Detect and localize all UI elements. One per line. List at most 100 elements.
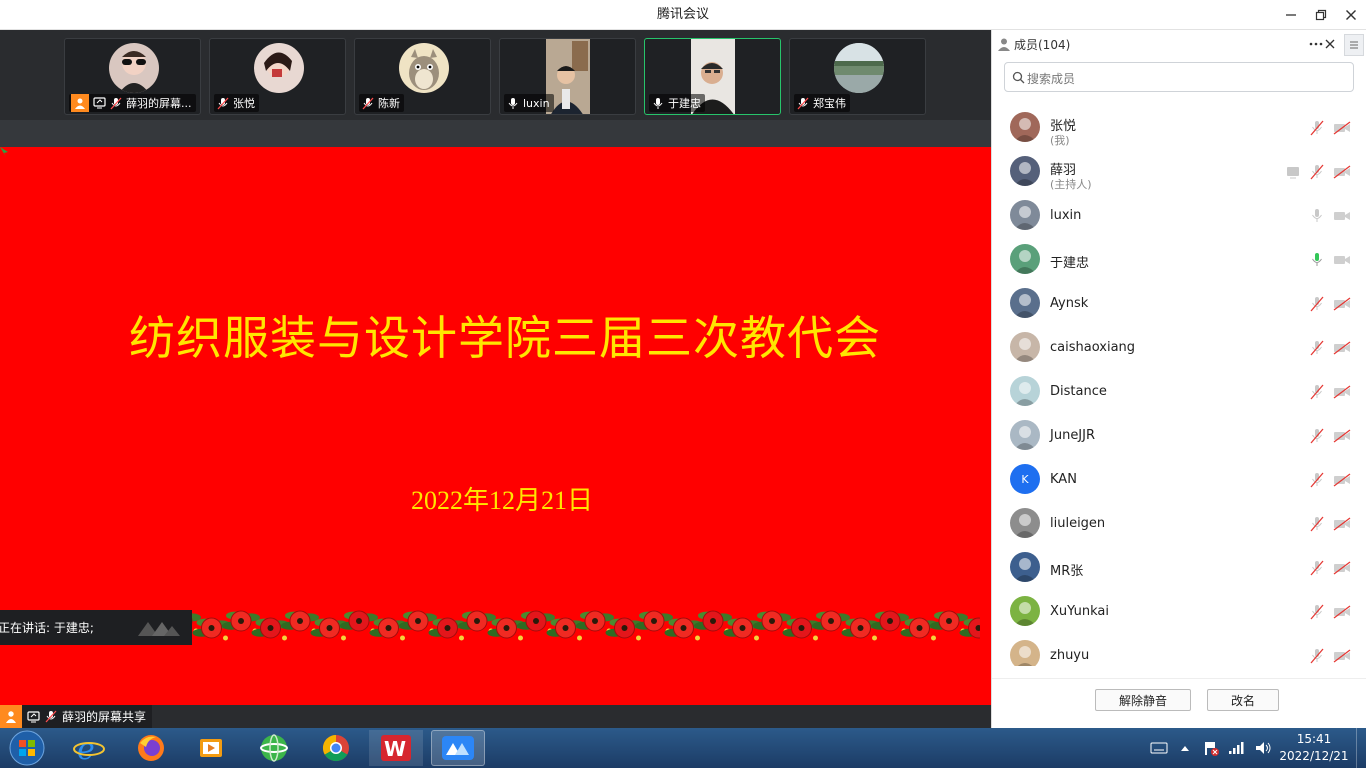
mic-icon	[651, 96, 665, 110]
network-signal-icon[interactable]	[1228, 741, 1246, 755]
taskbar-chrome[interactable]	[309, 730, 363, 766]
member-mic-status[interactable]	[1310, 428, 1324, 448]
camera-off-icon	[1333, 561, 1351, 575]
member-avatar	[1010, 156, 1040, 186]
video-tile[interactable]: luxin	[499, 38, 636, 115]
taskbar-wps[interactable]: W	[369, 730, 423, 766]
member-mic-status[interactable]	[1310, 384, 1324, 404]
member-row[interactable]: 张悦 (我)	[992, 106, 1366, 150]
start-button[interactable]	[0, 730, 54, 766]
volume-icon[interactable]	[1254, 741, 1272, 755]
keyboard-icon[interactable]	[1150, 741, 1168, 755]
member-camera-status[interactable]	[1333, 340, 1351, 359]
member-search-input[interactable]: 搜索成员	[1004, 62, 1354, 92]
member-mic-status[interactable]	[1310, 472, 1324, 492]
mic-muted-icon	[44, 710, 58, 724]
member-camera-status[interactable]	[1333, 296, 1351, 315]
garland-bud	[813, 635, 818, 641]
members-panel: 成员(104) 搜索成员 张悦 (我) 薛羽 (主持人) luxin 于建忠 Aynsk ca…	[991, 30, 1366, 728]
mic-muted-icon	[109, 96, 123, 110]
member-mic-status[interactable]	[1310, 516, 1324, 536]
member-camera-status[interactable]	[1333, 120, 1351, 139]
member-mic-status[interactable]	[1310, 120, 1324, 140]
mic-muted-icon	[1310, 648, 1324, 664]
garland-flower-center	[267, 625, 274, 631]
member-camera-status[interactable]	[1333, 252, 1351, 271]
share-status-bar: 薛羽的屏幕共享	[0, 705, 991, 728]
mic-muted-icon	[1310, 384, 1324, 400]
member-row[interactable]: MR张	[992, 546, 1366, 590]
taskbar-tencent-meeting[interactable]	[431, 730, 485, 766]
member-row[interactable]: 于建忠	[992, 238, 1366, 282]
more-options-icon[interactable]	[1308, 38, 1324, 50]
members-title: 成员(104)	[1014, 38, 1071, 52]
close-button[interactable]	[1336, 0, 1366, 30]
wps-icon: W	[381, 735, 411, 761]
share-status-text: 薛羽的屏幕共享	[62, 710, 147, 724]
tile-name: 陈新	[378, 97, 400, 110]
member-camera-status[interactable]	[1333, 604, 1351, 623]
member-row[interactable]: Aynsk	[992, 282, 1366, 326]
member-mic-status[interactable]	[1310, 648, 1324, 666]
member-row[interactable]: JuneJJR	[992, 414, 1366, 458]
member-row[interactable]: caishaoxiang	[992, 326, 1366, 370]
member-mic-status[interactable]	[1310, 208, 1324, 228]
restore-button[interactable]	[1306, 0, 1336, 30]
garland-flower-center	[621, 625, 628, 631]
member-camera-status[interactable]	[1333, 472, 1351, 491]
member-camera-status[interactable]	[1333, 384, 1351, 403]
member-mic-status[interactable]	[1310, 164, 1324, 184]
video-tile[interactable]: 郑宝伟	[789, 38, 926, 115]
member-camera-status[interactable]	[1333, 208, 1351, 227]
taskbar-media-player[interactable]	[184, 730, 238, 766]
video-tile[interactable]: 薛羽的屏幕...	[64, 38, 201, 115]
member-row[interactable]: K KAN	[992, 458, 1366, 502]
share-status-label[interactable]: 薛羽的屏幕共享	[0, 705, 153, 728]
tray-expand-icon[interactable]	[1180, 744, 1190, 752]
search-placeholder: 搜索成员	[1027, 72, 1076, 86]
taskbar-360-browser[interactable]	[247, 730, 301, 766]
panel-menu-button[interactable]	[1344, 34, 1364, 56]
action-center-flag-icon[interactable]	[1202, 740, 1220, 756]
camera-off-icon	[1333, 121, 1351, 135]
video-tile[interactable]: 张悦	[209, 38, 346, 115]
member-camera-status[interactable]	[1333, 428, 1351, 447]
camera-off-icon	[1333, 165, 1351, 179]
garland-bud	[931, 635, 936, 641]
member-mic-status[interactable]	[1310, 604, 1324, 624]
garland-bud	[282, 635, 287, 641]
member-row[interactable]: Distance	[992, 370, 1366, 414]
garland-bud	[872, 635, 877, 641]
minimize-button[interactable]	[1276, 0, 1306, 30]
taskbar-ie[interactable]: e	[62, 730, 116, 766]
unmute-all-button[interactable]: 解除静音	[1095, 689, 1191, 711]
tile-label: luxin	[504, 94, 554, 112]
member-mic-status[interactable]	[1310, 560, 1324, 580]
rename-button[interactable]: 改名	[1207, 689, 1279, 711]
video-tile[interactable]: 陈新	[354, 38, 491, 115]
member-camera-status[interactable]	[1333, 516, 1351, 535]
member-camera-status[interactable]	[1333, 164, 1351, 183]
garland-flower-center	[562, 625, 569, 631]
member-camera-status[interactable]	[1333, 648, 1351, 666]
host-icon	[0, 705, 22, 728]
close-panel-icon[interactable]	[1324, 38, 1336, 50]
member-row[interactable]: zhuyu	[992, 634, 1366, 666]
member-mic-status[interactable]	[1310, 296, 1324, 316]
avatar	[399, 43, 449, 93]
member-row[interactable]: 薛羽 (主持人)	[992, 150, 1366, 194]
windows-start-icon	[9, 730, 45, 766]
member-row[interactable]: XuYunkai	[992, 590, 1366, 634]
member-row[interactable]: liuleigen	[992, 502, 1366, 546]
mic-speaking-icon	[1312, 253, 1322, 266]
taskbar-clock[interactable]: 15:41 2022/12/21	[1272, 731, 1356, 765]
show-desktop-button[interactable]	[1356, 728, 1366, 768]
member-mic-status[interactable]	[1310, 252, 1324, 272]
member-mic-status[interactable]	[1310, 340, 1324, 360]
taskbar-firefox[interactable]	[124, 730, 178, 766]
member-list: 张悦 (我) 薛羽 (主持人) luxin 于建忠 Aynsk caishaoxiang Dis…	[992, 106, 1366, 666]
meeting-stage: 薛羽的屏幕... 张悦 陈新 luxin 于建忠 郑宝伟 纺织服装与设计学院三届…	[0, 30, 991, 728]
member-row[interactable]: luxin	[992, 194, 1366, 238]
video-tile-active[interactable]: 于建忠	[644, 38, 781, 115]
member-camera-status[interactable]	[1333, 560, 1351, 579]
